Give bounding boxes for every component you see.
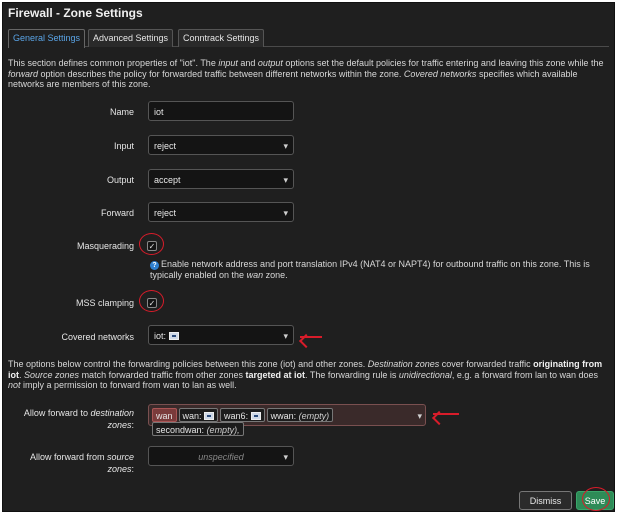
fwd-text-4: match forwarded traffic from other zones — [79, 369, 246, 380]
covered-networks-select[interactable]: iot: ▾ — [148, 325, 294, 345]
tab-bar: General Settings Advanced Settings Connt… — [8, 29, 609, 48]
forward-policy-select[interactable]: reject ▾ — [148, 202, 294, 222]
help-icon: ? — [150, 261, 159, 270]
chevron-down-icon: ▾ — [283, 175, 288, 185]
chevron-down-icon: ▾ — [283, 331, 288, 341]
mss-clamping-label: MSS clamping — [75, 298, 134, 308]
intro-output-word: output — [257, 58, 283, 68]
zone-chip-wwan[interactable]: wwan: (empty) — [266, 408, 334, 422]
chip-label: wan: — [182, 411, 202, 421]
section-description: This section defines common properties o… — [8, 58, 612, 90]
masq-help-text-1: Enable network address and port translat… — [150, 259, 590, 280]
intro-forward-word: forward — [8, 68, 39, 79]
src-zones-select[interactable]: unspecified ▾ — [148, 446, 294, 466]
dest-label-text: Allow forward to — [23, 408, 91, 418]
fwd-unidir: unidirectional — [398, 369, 452, 380]
dismiss-button[interactable]: Dismiss — [519, 491, 572, 510]
chip-label: secondwan: — [156, 425, 205, 435]
annotation-circle — [139, 290, 164, 312]
forward-policy-value: reject — [154, 208, 177, 218]
masquerading-help: ? Enable network address and port transla… — [150, 259, 605, 281]
annotation-arrow — [433, 413, 459, 415]
fwd-src-zones: Source zones — [24, 369, 80, 380]
zone-settings-dialog: Firewall - Zone Settings General Setting… — [2, 2, 615, 512]
intro-text-3: options set the default policies for tra… — [282, 58, 604, 68]
intro-covered-word: Covered networks — [403, 68, 477, 79]
fwd-text-6: , e.g. a forward from lan to wan does — [451, 369, 598, 380]
network-icon — [168, 332, 179, 340]
annotation-arrow — [300, 336, 322, 338]
annotation-circle — [582, 487, 610, 511]
intro-input-word: input — [218, 58, 238, 68]
zone-chip-secondwan[interactable]: secondwan: (empty), — [152, 422, 244, 436]
intro-text-1: This section defines common properties o… — [8, 58, 219, 68]
fwd-not-word: not — [8, 380, 21, 391]
tab-advanced-settings[interactable]: Advanced Settings — [88, 29, 174, 47]
src-label-zones: zones — [107, 464, 132, 474]
dialog-title: Firewall - Zone Settings — [8, 6, 143, 20]
src-label-colon: : — [131, 464, 134, 474]
chevron-down-icon: ▾ — [283, 452, 288, 462]
masquerading-label: Masquerading — [76, 241, 134, 251]
dest-zones-select[interactable]: wan wan: wan6: wwan: (empty) secondwan: (e… — [148, 404, 426, 436]
output-policy-value: accept — [154, 175, 181, 185]
covered-networks-value: iot: — [154, 331, 167, 341]
dest-label-italic: destination — [90, 408, 134, 418]
fwd-text-1: The options below control the forwarding… — [8, 359, 368, 369]
fwd-text-7: imply a permission to forward from wan t… — [20, 380, 237, 391]
network-icon — [204, 412, 215, 420]
chip-label: wwan: — [270, 411, 297, 421]
chip-label: wan — [156, 411, 173, 421]
output-policy-select[interactable]: accept ▾ — [148, 169, 294, 189]
src-label-italic: source — [106, 452, 134, 462]
masq-help-wan-word: wan — [246, 270, 264, 280]
zone-chip-wan[interactable]: wan — [152, 408, 177, 422]
covered-networks-label: Covered networks — [61, 332, 134, 342]
masq-help-text-2: zone. — [263, 270, 288, 280]
tab-conntrack-settings[interactable]: Conntrack Settings — [178, 29, 265, 47]
name-input[interactable]: iot — [148, 101, 294, 121]
forwarding-description: The options below control the forwarding… — [8, 359, 612, 391]
src-label-text: Allow forward from — [29, 452, 107, 462]
tab-general-settings[interactable]: General Settings — [8, 29, 86, 48]
chip-label: wan6: — [224, 411, 249, 421]
input-policy-select[interactable]: reject ▾ — [148, 135, 294, 155]
fwd-text-2: cover forwarded traffic — [439, 359, 534, 369]
fwd-text-5: . The forwarding rule is — [304, 369, 399, 380]
src-zones-placeholder: unspecified — [198, 452, 244, 462]
chip-suffix: (empty), — [206, 425, 240, 435]
zone-chip-wan6[interactable]: wan6: — [220, 408, 265, 422]
fwd-dest-zones: Destination zones — [367, 359, 440, 369]
src-zones-label: Allow forward from source zones: — [3, 451, 134, 475]
name-label: Name — [109, 107, 134, 117]
chevron-down-icon: ▾ — [417, 411, 422, 421]
input-policy-value: reject — [154, 141, 177, 151]
chevron-down-icon: ▾ — [283, 208, 288, 218]
network-icon — [250, 412, 261, 420]
annotation-circle — [139, 233, 164, 255]
intro-text-2: and — [237, 58, 258, 68]
intro-text-4: option describes the policy for forwarde… — [38, 68, 404, 79]
chevron-down-icon: ▾ — [283, 141, 288, 151]
dest-zones-label: Allow forward to destination zones: — [3, 407, 134, 431]
dest-label-zones: zones — [107, 420, 132, 430]
chip-suffix: (empty) — [298, 411, 330, 421]
input-policy-label: Input — [113, 141, 134, 151]
forward-policy-label: Forward — [100, 208, 134, 218]
fwd-target-bold: targeted at iot — [245, 369, 305, 380]
screenshot-frame: Firewall - Zone Settings General Setting… — [0, 0, 619, 516]
zone-chip-wan-net[interactable]: wan: — [178, 408, 219, 422]
output-policy-label: Output — [106, 175, 134, 185]
dest-label-colon: : — [131, 420, 134, 430]
